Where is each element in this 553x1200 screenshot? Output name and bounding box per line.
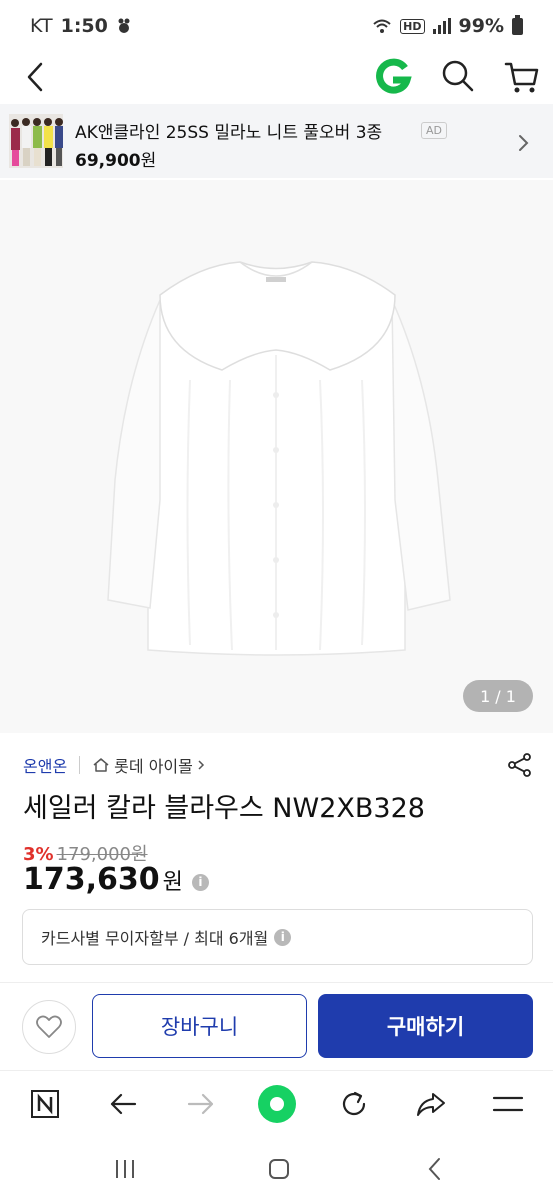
home-button[interactable] — [264, 1154, 294, 1184]
ad-badge: AD — [421, 122, 447, 139]
g-logo-icon — [376, 58, 412, 94]
ad-price-unit: 원 — [140, 151, 157, 171]
share-icon — [508, 753, 531, 777]
product-image[interactable] — [0, 180, 553, 733]
arrow-right-icon — [187, 1093, 214, 1115]
price-info-icon[interactable]: i — [191, 874, 209, 891]
gmarket-logo[interactable] — [374, 58, 412, 96]
brand-link[interactable]: 온앤온 — [23, 753, 67, 777]
signal-icon — [432, 18, 451, 34]
recent-apps-icon — [116, 1160, 134, 1178]
ad-thumbnail-image — [9, 114, 63, 168]
recent-apps-button[interactable] — [110, 1154, 140, 1184]
system-back-icon — [428, 1158, 440, 1180]
purchase-action-bar: 장바구니 구매하기 — [0, 982, 553, 1070]
buy-now-button[interactable]: 구매하기 — [318, 994, 533, 1058]
home-square-icon — [269, 1159, 289, 1179]
arrow-left-icon — [110, 1093, 137, 1115]
search-icon — [442, 60, 474, 92]
top-navigation — [0, 52, 553, 102]
cart-button[interactable] — [503, 58, 541, 96]
reload-button[interactable] — [336, 1086, 372, 1122]
heart-icon — [36, 1015, 62, 1038]
chevron-right-icon — [519, 135, 529, 151]
carrier-label: KT — [30, 15, 53, 37]
store-link[interactable]: 롯데 아이몰 — [92, 753, 205, 777]
cart-icon — [504, 62, 539, 93]
green-dot-icon — [258, 1085, 296, 1123]
menu-button[interactable] — [490, 1086, 526, 1122]
installment-info-icon[interactable]: i — [274, 928, 292, 946]
add-to-cart-button[interactable]: 장바구니 — [92, 994, 307, 1058]
battery-icon — [512, 14, 523, 35]
divider — [79, 756, 81, 774]
clock: 1:50 — [60, 15, 108, 37]
hamburger-icon — [492, 1096, 524, 1112]
browser-green-button[interactable] — [257, 1084, 297, 1124]
browser-toolbar — [0, 1070, 553, 1136]
store-name: 롯데 아이몰 — [114, 757, 193, 776]
system-navigation — [0, 1136, 553, 1200]
naver-home-button[interactable] — [27, 1086, 63, 1122]
battery-label: 99% — [458, 15, 504, 37]
search-button[interactable] — [440, 58, 476, 94]
browser-forward-button[interactable] — [183, 1086, 219, 1122]
hd-voice-icon: HD — [400, 18, 425, 34]
price-row: 173,630 원 i — [23, 862, 209, 897]
forward-share-icon — [417, 1093, 445, 1116]
naver-n-icon — [31, 1090, 59, 1118]
status-bar: KT 1:50 HD 99% — [0, 0, 553, 52]
chevron-right-small-icon — [198, 760, 204, 770]
back-button[interactable] — [20, 60, 50, 94]
notification-icon — [118, 18, 130, 33]
chevron-left-icon — [27, 62, 43, 92]
browser-back-button[interactable] — [105, 1086, 141, 1122]
image-counter: 1 / 1 — [463, 680, 533, 712]
ad-title: AK앤클라인 25SS 밀라노 니트 풀오버 3종 — [75, 123, 383, 143]
sale-price-unit: 원 — [162, 870, 183, 895]
share-button[interactable] — [507, 752, 533, 778]
ad-price-value: 69,900 — [75, 151, 141, 171]
ad-thumbnail — [9, 114, 63, 168]
blouse-image — [0, 180, 553, 733]
wishlist-button[interactable] — [22, 1000, 76, 1054]
system-back-button[interactable] — [420, 1154, 450, 1184]
sale-price: 173,630 — [23, 862, 160, 897]
home-icon — [93, 758, 109, 772]
installment-info[interactable]: 카드사별 무이자할부 / 최대 6개월 i — [22, 909, 533, 965]
wifi-icon — [373, 19, 391, 33]
reload-icon — [342, 1091, 366, 1116]
image-counter-separator: / — [495, 686, 501, 706]
image-counter-total: 1 — [505, 686, 516, 706]
image-counter-current: 1 — [480, 686, 491, 706]
ad-price: 69,900원 — [75, 146, 156, 171]
browser-share-button[interactable] — [413, 1086, 449, 1122]
installment-text: 카드사별 무이자할부 / 최대 6개월 — [41, 929, 269, 948]
product-title: 세일러 칼라 블라우스 NW2XB328 — [23, 793, 425, 824]
ad-banner[interactable]: AK앤클라인 25SS 밀라노 니트 풀오버 3종 AD 69,900원 — [0, 104, 553, 178]
brand-row: 온앤온 롯데 아이몰 — [23, 752, 533, 778]
